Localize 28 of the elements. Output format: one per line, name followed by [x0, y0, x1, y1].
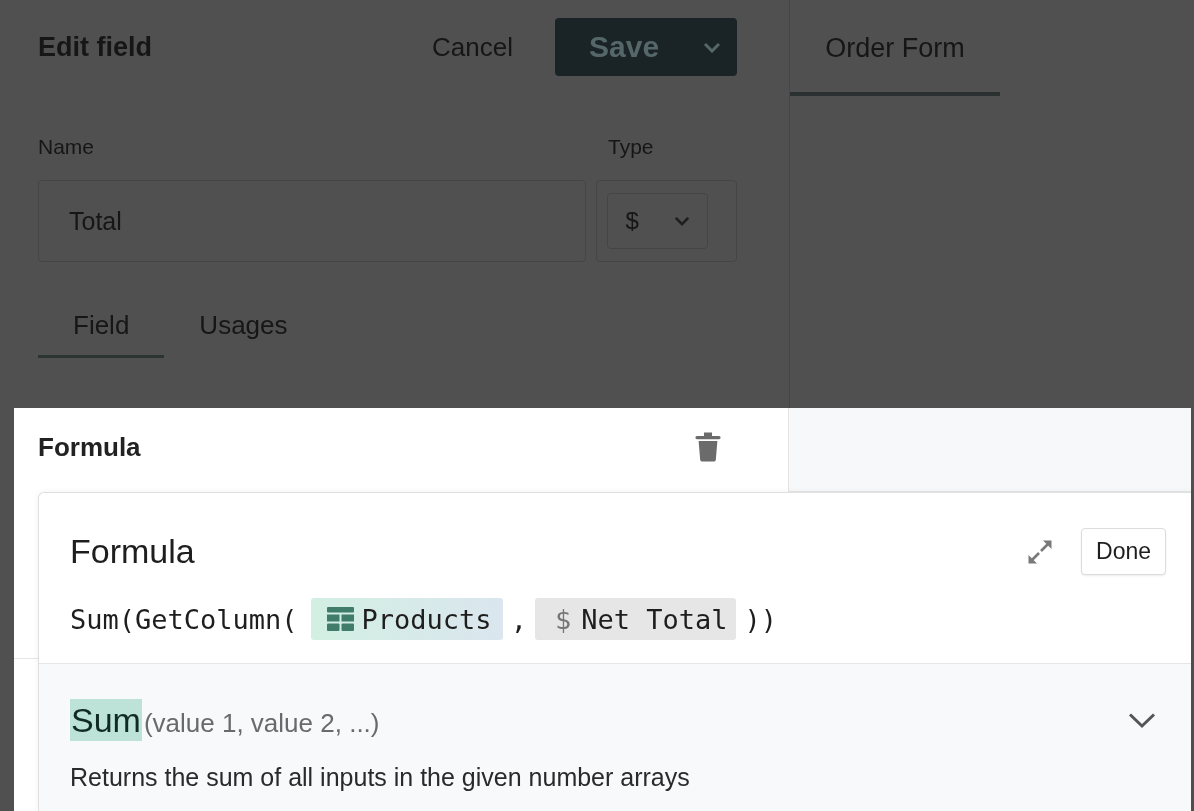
field-label: Name: [38, 135, 96, 159]
expand-icon[interactable]: [1027, 538, 1053, 565]
save-button[interactable]: Save: [555, 18, 737, 76]
trash-icon[interactable]: [695, 432, 721, 462]
column-type-symbol: $: [554, 603, 572, 635]
table-token[interactable]: Products: [310, 598, 503, 640]
done-button[interactable]: Done: [1081, 528, 1166, 575]
chevron-down-icon[interactable]: [1128, 711, 1156, 729]
column-token[interactable]: $ Net Total: [534, 598, 737, 640]
caret-icon[interactable]: [673, 216, 690, 226]
function-signature: (value 1, value 2, ...): [143, 708, 380, 739]
function-description: Returns the sum of all inputs in the given number arrays: [70, 763, 691, 792]
name-field[interactable]: Total: [38, 180, 586, 262]
tab[interactable]: Usages: [164, 295, 323, 358]
formula-text: ,: [510, 603, 527, 635]
formula-text: Sum(GetColumn(: [70, 603, 298, 635]
table-icon: [326, 607, 354, 631]
formula-text: )): [744, 603, 777, 635]
type-select[interactable]: $: [607, 193, 708, 249]
tab[interactable]: Field: [38, 295, 165, 358]
page-title: Edit field: [38, 31, 153, 63]
caret-icon[interactable]: [703, 41, 721, 53]
panel-title: Formula: [38, 431, 141, 463]
function-name: Sum: [70, 699, 142, 741]
cancel-button[interactable]: Cancel: [432, 31, 513, 63]
tab[interactable]: Order Form: [790, 0, 1000, 96]
field-label: Type: [607, 135, 655, 159]
editor-title: Formula: [70, 532, 195, 571]
